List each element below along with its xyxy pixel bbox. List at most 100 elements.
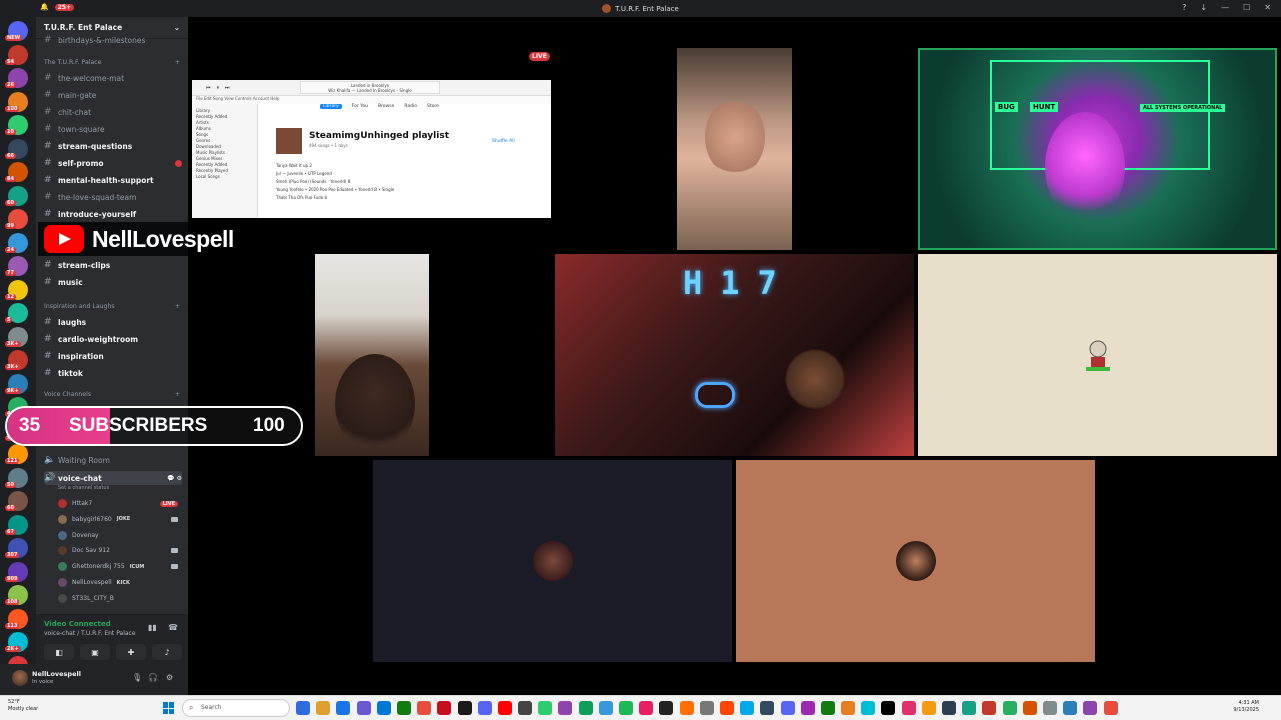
previous-icon[interactable]: ⏮	[206, 85, 211, 91]
taskbar-app-icon[interactable]	[356, 701, 371, 715]
screen-share-tile[interactable]: ⏮ ⏸ ⏭ Landed in Brooklyn Wiz Khalifa — L…	[192, 80, 551, 218]
video-tile-7[interactable]	[736, 460, 1095, 662]
channel-item[interactable]: # introduce-yourself	[44, 209, 182, 219]
channel-clipped[interactable]: # birthdays-&-milestones	[44, 35, 182, 45]
screen-share-button[interactable]: ▣	[80, 644, 110, 660]
taskbar-app-icon[interactable]	[942, 701, 956, 715]
channel-item[interactable]: # main-gate	[44, 90, 182, 100]
taskbar-app-icon[interactable]	[457, 701, 472, 715]
bell-icon[interactable]: 🔔	[40, 3, 49, 11]
taskbar-app-icon[interactable]	[861, 701, 876, 715]
taskbar-app-icon[interactable]	[296, 701, 310, 715]
channel-item[interactable]: # stream-questions	[44, 141, 182, 151]
taskbar-search[interactable]: ⌕ Search	[182, 699, 290, 717]
taskbar-app-icon[interactable]	[800, 701, 815, 715]
taskbar-app-icon[interactable]	[518, 701, 533, 715]
taskbar-app-icon[interactable]	[740, 701, 755, 715]
channel-item[interactable]: # cardio-weightroom	[44, 334, 182, 344]
taskbar-app-icon[interactable]	[1002, 701, 1017, 715]
video-tile-5[interactable]	[918, 254, 1277, 456]
voice-channel-voice-chat[interactable]: 🔊 voice-chat 💬 ⚙	[44, 471, 182, 485]
taskbar-app-icon[interactable]	[538, 701, 553, 715]
voice-user[interactable]: Dovenay	[58, 530, 178, 540]
taskbar-app-icon[interactable]	[841, 701, 856, 715]
taskbar-app-icon[interactable]	[437, 701, 452, 715]
add-channel-icon[interactable]: +	[175, 391, 180, 398]
voice-user[interactable]: NellLovespell KICK	[58, 578, 178, 587]
category-turf-palace[interactable]: The T.U.R.F. Palace +	[44, 59, 180, 66]
voice-user[interactable]: Doc Sav 912	[58, 546, 178, 556]
headphones-icon[interactable]: 🎧	[148, 673, 158, 682]
channel-item[interactable]: # self-promo	[44, 158, 182, 168]
taskbar-app-icon[interactable]	[578, 701, 593, 715]
taskbar-app-icon[interactable]	[1083, 701, 1098, 715]
channel-actions-icon[interactable]: 💬 ⚙	[167, 475, 182, 482]
pause-icon[interactable]: ⏸	[217, 85, 220, 91]
maximize-button[interactable]: ☐	[1243, 3, 1250, 12]
taskbar-app-icon[interactable]	[901, 701, 916, 715]
camera-button[interactable]: ◧	[44, 644, 74, 660]
voice-user[interactable]: ST33L_CITY_B	[58, 593, 178, 603]
track-row[interactable]: Tanya Wait It up 2	[276, 162, 536, 170]
activities-button[interactable]: ✚	[116, 644, 146, 660]
category-inspiration[interactable]: Inspiration and Laughs +	[44, 303, 180, 310]
taskbar-app-icon[interactable]	[619, 701, 633, 715]
voice-channel-path[interactable]: voice-chat / T.U.R.F. Ent Palace	[44, 630, 136, 637]
microphone-icon[interactable]: 🎙	[132, 673, 142, 682]
music-tab[interactable]: Library	[320, 104, 342, 109]
channel-item[interactable]: # tiktok	[44, 368, 182, 378]
channel-item[interactable]: # town-square	[44, 124, 182, 134]
voice-user[interactable]: Httak7 LIVE	[58, 499, 178, 508]
category-voice[interactable]: Voice Channels +	[44, 391, 180, 398]
taskbar-app-icon[interactable]	[316, 701, 331, 715]
shuffle-button[interactable]: Shuffle All	[492, 139, 515, 144]
channel-item[interactable]: # chit-chat	[44, 107, 182, 117]
taskbar-app-icon[interactable]	[598, 701, 613, 715]
music-tab[interactable]: Browse	[378, 104, 394, 109]
voice-user[interactable]: Ghettonerdkj 755 ICUM	[58, 562, 178, 572]
music-tab[interactable]: Store	[427, 104, 439, 109]
taskbar-app-icon[interactable]	[679, 701, 694, 715]
taskbar-app-icon[interactable]	[719, 701, 734, 715]
disconnect-icon[interactable]: ☎	[168, 623, 178, 632]
music-tab[interactable]: Radio	[404, 104, 417, 109]
track-row[interactable]: Young Yonfelo • 2020 Poo Poo Eduated • Y…	[276, 186, 536, 194]
taskbar-app-icon[interactable]	[477, 701, 492, 715]
taskbar-app-icon[interactable]	[962, 701, 977, 715]
video-tile-6[interactable]	[373, 460, 732, 662]
taskbar-app-icon[interactable]	[881, 701, 896, 715]
signal-icon[interactable]: ▮▮	[148, 623, 157, 632]
channel-item[interactable]: # mental-health-support	[44, 175, 182, 185]
avatar[interactable]	[12, 670, 28, 686]
channel-status[interactable]: Set a channel status	[58, 485, 196, 491]
soundboard-button[interactable]: ♪	[152, 644, 182, 660]
video-tile-4[interactable]: H17	[555, 254, 914, 456]
channel-item[interactable]: # stream-clips	[44, 260, 182, 270]
channel-item[interactable]: # music	[44, 277, 182, 287]
taskbar-app-icon[interactable]	[1042, 701, 1057, 715]
taskbar-app-icon[interactable]	[497, 701, 512, 715]
taskbar-app-icon[interactable]	[558, 701, 573, 715]
system-clock[interactable]: 4:31 AM 9/13/2025	[1233, 700, 1259, 714]
start-button[interactable]	[163, 702, 175, 714]
taskbar-app-icon[interactable]	[982, 701, 997, 715]
minimize-button[interactable]: —	[1221, 3, 1229, 12]
taskbar-app-icon[interactable]	[396, 701, 411, 715]
taskbar-app-icon[interactable]	[760, 701, 775, 715]
taskbar-app-icon[interactable]	[639, 701, 654, 715]
video-tile-1[interactable]	[677, 48, 792, 250]
weather-widget[interactable]: 52°F Mostly clear	[8, 699, 38, 713]
video-tile-3[interactable]	[315, 254, 429, 456]
video-tile-2[interactable]: BUG HUNT ALL SYSTEMS OPERATIONAL	[918, 48, 1277, 250]
taskbar-app-icon[interactable]	[376, 701, 391, 715]
voice-user[interactable]: babygirl6760 JOKE	[58, 514, 178, 524]
taskbar-app-icon[interactable]	[659, 701, 674, 715]
next-icon[interactable]: ⏭	[225, 85, 230, 91]
taskbar-app-icon[interactable]	[921, 701, 936, 715]
help-icon[interactable]: ?	[1182, 3, 1186, 12]
taskbar-app-icon[interactable]	[1103, 701, 1118, 715]
channel-item[interactable]: # the-love-squad-team	[44, 192, 182, 202]
add-channel-icon[interactable]: +	[175, 303, 180, 310]
taskbar-app-icon[interactable]	[820, 701, 835, 715]
track-row[interactable]: Thats Tha Ofs Puo Fudo b	[276, 194, 536, 202]
